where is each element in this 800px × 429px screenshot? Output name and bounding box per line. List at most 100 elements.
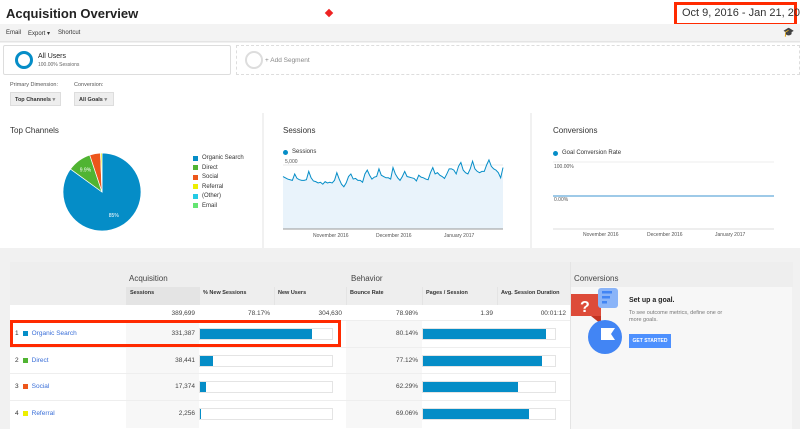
legend-item: Direct xyxy=(193,165,218,171)
legend-label: Referral xyxy=(202,183,224,190)
add-segment-button[interactable]: + Add Segment xyxy=(236,45,800,75)
bounce-rate-value: 80.14% xyxy=(395,330,418,337)
get-started-button[interactable]: GET STARTED xyxy=(629,334,671,348)
legend-label: Email xyxy=(202,202,218,209)
primary-dimension-select[interactable]: Top Channels ▾ xyxy=(10,92,61,106)
total-value: 78.17% xyxy=(247,310,270,317)
email-button[interactable]: Email xyxy=(6,30,21,36)
pie-label: 85% xyxy=(109,213,120,219)
svg-text:?: ? xyxy=(580,299,590,316)
group-header-bg xyxy=(126,262,570,287)
bounce-rate-value: 69.06% xyxy=(395,409,418,417)
conversions-chart xyxy=(553,161,774,230)
conversions-header: Conversions xyxy=(574,274,619,283)
sessions-bar xyxy=(200,408,201,419)
bounce-rate-value: 62.29% xyxy=(395,383,418,390)
channel-link[interactable]: Direct xyxy=(32,357,49,364)
behavior-bar xyxy=(423,355,542,366)
shortcut-button[interactable]: Shortcut xyxy=(58,30,80,36)
sessions-value: 2,256 xyxy=(178,409,195,417)
x-tick: November 2016 xyxy=(313,233,349,239)
legend-swatch xyxy=(193,165,198,170)
goal-description: To see outcome metrics, define one or mo… xyxy=(629,310,723,323)
column-header[interactable]: Sessions xyxy=(126,287,199,305)
bounce-rate-value: 77.12% xyxy=(395,356,418,364)
x-tick: December 2016 xyxy=(647,232,683,238)
row-rank: 4 xyxy=(15,409,19,417)
total-value: 1.39 xyxy=(480,310,493,317)
goal-title: Set up a goal. xyxy=(629,297,675,304)
legend-swatch xyxy=(193,193,198,199)
sessions-bar-track xyxy=(199,354,333,367)
goal-illustration-icon: ? xyxy=(571,288,622,354)
column-header[interactable]: Avg. Session Duration xyxy=(497,287,570,305)
behavior-bar-track xyxy=(422,328,556,340)
total-value: 78.98% xyxy=(395,310,418,317)
segment-area: All Users 100.00% Sessions + Add Segment… xyxy=(0,43,800,113)
date-range-label: Oct 9, 2016 - Jan 21, 2017 xyxy=(682,7,800,19)
y-tick: 100.00% xyxy=(554,164,574,170)
channel-swatch xyxy=(22,384,28,389)
channel-swatch xyxy=(22,357,28,363)
table-row: 2 Direct 38,441 77.12% xyxy=(10,346,570,375)
legend-swatch xyxy=(193,184,198,189)
total-value: 304,630 xyxy=(318,310,343,317)
empty-ring-icon xyxy=(245,51,263,69)
sessions-value: 17,374 xyxy=(175,383,195,390)
pie-chart: 85% 9.9% xyxy=(62,152,142,232)
sessions-chart: 5,0002,500November 2016December 2016Janu… xyxy=(282,158,504,239)
legend-item: (Other) xyxy=(193,193,221,199)
sessions-bar-track xyxy=(199,407,333,420)
conversion-value: All Goals xyxy=(79,97,103,103)
behavior-bar xyxy=(423,382,519,392)
toolbar: Email Export ▾ Shortcut 🎓 xyxy=(0,24,800,42)
x-tick: January 2017 xyxy=(444,233,475,239)
legend-item: Referral xyxy=(193,184,223,190)
legend-label: Organic Search xyxy=(202,155,244,161)
legend-item: Organic Search xyxy=(193,155,244,161)
date-range-picker[interactable]: Oct 9, 2016 - Jan 21, 2017 ▾ xyxy=(674,2,800,26)
x-tick: January 2017 xyxy=(715,232,746,238)
column-header[interactable]: Bounce Rate xyxy=(346,287,422,305)
conversions-card: Conversions Goal Conversion Rate 100.00%… xyxy=(532,113,800,248)
column-header[interactable]: New Users xyxy=(274,287,346,305)
segment-all-users[interactable]: All Users 100.00% Sessions xyxy=(3,45,231,75)
column-header[interactable]: Pages / Session xyxy=(422,287,497,305)
highlight-box xyxy=(10,320,341,347)
acquisition-header: Acquisition xyxy=(129,274,168,283)
x-tick: December 2016 xyxy=(376,233,412,239)
behavior-bar xyxy=(423,408,529,419)
conversion-select[interactable]: All Goals ▾ xyxy=(74,92,114,106)
total-value: 389,699 xyxy=(171,310,196,317)
export-button[interactable]: Export ▾ xyxy=(28,30,50,37)
total-value: 00:01:12 xyxy=(540,310,566,317)
behavior-bar-track xyxy=(422,354,556,367)
channel-swatch xyxy=(22,410,28,416)
add-segment-label: + Add Segment xyxy=(265,57,310,64)
row-rank: 2 xyxy=(15,356,19,364)
channel-link[interactable]: Referral xyxy=(32,410,55,417)
sessions-card: Sessions Sessions 5,0002,500November 201… xyxy=(264,113,530,248)
table-row: 3 Social 17,374 62.29% xyxy=(10,373,570,401)
sessions-bar-track xyxy=(199,381,333,393)
graduation-cap-icon[interactable]: 🎓 xyxy=(783,27,794,38)
table-row: 4 Referral 2,256 69.06% xyxy=(10,399,570,428)
segment-name: All Users xyxy=(38,53,67,60)
behavior-header: Behavior xyxy=(351,274,383,283)
page-title: Acquisition Overview xyxy=(6,6,139,21)
conversion-label: Conversion: xyxy=(74,82,104,88)
behavior-bar xyxy=(423,329,546,339)
conversions-panel: Conversions ? Set up a goal. To see outc… xyxy=(570,262,793,429)
channel-link[interactable]: Social xyxy=(32,383,50,390)
behavior-bar-track xyxy=(422,407,556,420)
legend-swatch xyxy=(193,203,198,208)
legend-item: Social xyxy=(193,174,218,180)
segment-ring-icon xyxy=(15,51,33,69)
behavior-bar-track xyxy=(422,381,556,393)
row-rank: 3 xyxy=(15,383,19,390)
top-channels-card: Top Channels 85% 9.9% Organic Search Direc… xyxy=(0,113,262,248)
sessions-value: 38,441 xyxy=(175,356,195,364)
y-tick: 0.00% xyxy=(554,197,569,203)
column-header[interactable]: % New Sessions xyxy=(199,287,274,305)
primary-dimension-value: Top Channels xyxy=(15,97,51,103)
